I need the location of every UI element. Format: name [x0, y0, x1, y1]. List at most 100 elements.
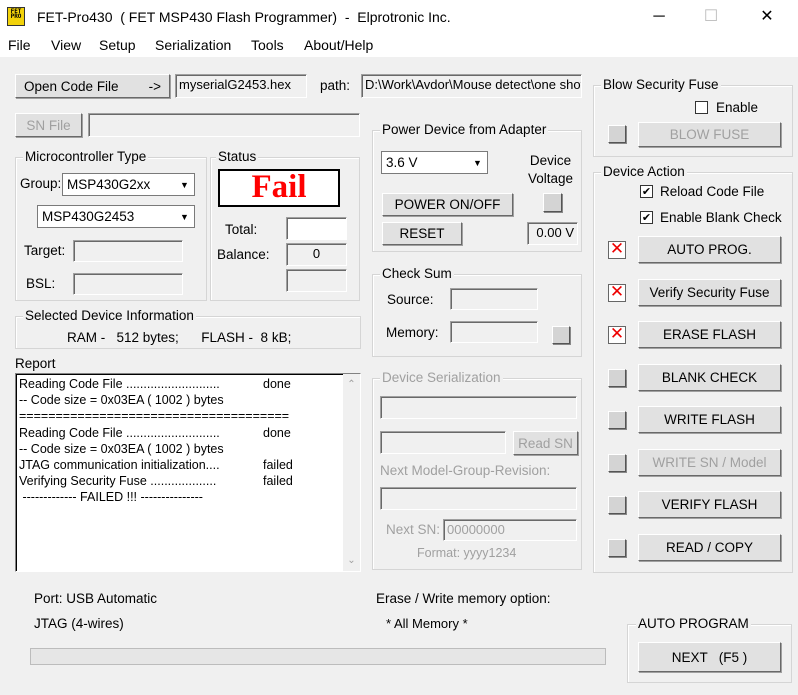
microcontroller-title: Microcontroller Type [23, 149, 149, 164]
balance-extra-field [286, 269, 347, 292]
action-button-blank-check[interactable]: BLANK CHECK [638, 363, 781, 391]
menu-file[interactable]: File [8, 37, 31, 53]
action-button-write-flash[interactable]: WRITE FLASH [638, 406, 781, 433]
jtag-label: JTAG (4-wires) [34, 616, 124, 631]
open-code-file-button[interactable]: Open Code File -> [15, 74, 170, 98]
port-label: Port: USB Automatic [34, 591, 158, 606]
voltage-select[interactable]: 3.6 V ▼ [381, 151, 488, 174]
group-label: Group: [20, 176, 62, 191]
action-button-erase-flash[interactable]: ERASE FLASH [638, 321, 781, 348]
report-line-status: done [263, 377, 291, 391]
reset-button[interactable]: RESET [382, 222, 462, 245]
report-line-status: done [263, 425, 291, 440]
chevron-down-icon: ▼ [180, 179, 189, 190]
blow-fuse-indicator [608, 125, 626, 143]
menu-setup[interactable]: Setup [99, 37, 136, 53]
reload-label: Reload Code File [660, 184, 765, 199]
report-title: Report [15, 356, 56, 371]
group-select-value: MSP430G2xx [67, 177, 151, 192]
scroll-up-icon[interactable]: ⌃ [343, 376, 360, 393]
enable-checkbox[interactable] [695, 101, 708, 114]
target-field [73, 240, 183, 262]
total-label: Total: [225, 222, 258, 237]
menu-tools[interactable]: Tools [251, 37, 284, 53]
action-button-verify-security-fuse[interactable]: Verify Security Fuse [638, 278, 781, 306]
source-label: Source: [387, 292, 434, 307]
report-line: ------------- FAILED !!! --------------- [19, 489, 341, 505]
chevron-down-icon: ▼ [180, 211, 189, 222]
status-indicator [608, 496, 626, 514]
status-indicator [608, 411, 626, 429]
serialization-title: Device Serialization [380, 370, 503, 385]
sn-file-button[interactable]: SN File [15, 113, 82, 137]
report-line-text: ------------- FAILED !!! --------------- [19, 490, 203, 505]
report-line-text: Verifying Security Fuse ................… [19, 474, 217, 489]
report-line-text: -- Code size = 0x03EA ( 1002 ) bytes [19, 441, 224, 456]
next-model-label: Next Model-Group-Revision: [380, 463, 551, 478]
report-line-status: failed [263, 457, 293, 472]
status-indicator [608, 368, 626, 387]
report-line-text: ===================================== [19, 409, 290, 424]
report-line: ===================================== [19, 408, 341, 424]
bsl-field [73, 273, 183, 295]
read-sn-field [380, 431, 506, 454]
check-icon: ✔ [641, 211, 652, 224]
checksum-title: Check Sum [380, 266, 454, 281]
maximize-icon[interactable]: ☐ [688, 0, 734, 34]
measured-voltage: 0.00 V [527, 222, 578, 245]
action-button-write-sn-model[interactable]: WRITE SN / Model [638, 448, 781, 476]
report-line-text: -- Code size = 0x03EA ( 1002 ) bytes [19, 393, 224, 408]
blow-fuse-button[interactable]: BLOW FUSE [638, 122, 781, 147]
reload-checkbox[interactable]: ✔ [640, 185, 653, 198]
total-field [286, 217, 347, 240]
blank-check-label: Enable Blank Check [660, 210, 782, 225]
path-label: path: [320, 78, 351, 93]
erase-option-value: * All Memory * [386, 616, 468, 631]
minimize-icon[interactable]: ─ [636, 0, 682, 34]
menu-view[interactable]: View [51, 37, 81, 53]
read-sn-button[interactable]: Read SN [513, 431, 578, 455]
report-box[interactable]: Reading Code File ......................… [15, 373, 361, 572]
device-select[interactable]: MSP430G2453 ▼ [37, 205, 195, 228]
report-line: Reading Code File ......................… [19, 425, 341, 441]
menu-serialization[interactable]: Serialization [155, 37, 231, 53]
action-button-auto-prog[interactable]: AUTO PROG. [638, 236, 781, 263]
next-button[interactable]: NEXT (F5 ) [638, 642, 781, 672]
voltage-select-value: 3.6 V [386, 155, 418, 170]
action-button-read-copy[interactable]: READ / COPY [638, 533, 781, 561]
report-line-text: Reading Code File ......................… [19, 377, 220, 391]
fail-x-icon: ✕ [608, 324, 626, 344]
menu-about-help[interactable]: About/Help [304, 37, 373, 53]
selected-device-info: RAM - 512 bytes; FLASH - 8 kB; [67, 330, 292, 345]
target-label: Target: [24, 243, 66, 258]
report-line-text: Reading Code File ......................… [19, 425, 220, 440]
report-line: Reading Code File ......................… [19, 376, 341, 392]
memory-field [450, 321, 538, 343]
report-line-status: failed [263, 474, 293, 489]
scroll-down-icon[interactable]: ⌄ [343, 552, 360, 569]
app-logo-icon: FET PRO [7, 7, 25, 26]
auto-program-title: AUTO PROGRAM [636, 616, 751, 631]
serialization-field-1 [380, 396, 577, 419]
format-label: Format: yyyy1234 [417, 546, 517, 560]
action-button-verify-flash[interactable]: VERIFY FLASH [638, 491, 781, 518]
fail-x-icon: ✕ [608, 239, 626, 259]
checksum-group [372, 274, 582, 357]
blank-check-checkbox[interactable]: ✔ [640, 211, 653, 224]
device-action-title: Device Action [601, 164, 687, 179]
report-line: -- Code size = 0x03EA ( 1002 ) bytes [19, 441, 341, 457]
status-title: Status [216, 149, 259, 164]
group-select[interactable]: MSP430G2xx ▼ [62, 173, 195, 196]
status-indicator [608, 538, 626, 557]
close-icon[interactable]: ✕ [744, 0, 790, 34]
device-voltage-label: Device Voltage [528, 153, 574, 186]
bsl-label: BSL: [26, 276, 56, 291]
check-icon: ✔ [641, 185, 652, 198]
report-scrollbar[interactable]: ⌃ ⌄ [343, 374, 360, 571]
chevron-down-icon: ▼ [473, 157, 482, 168]
power-on-off-button[interactable]: POWER ON/OFF [382, 193, 513, 216]
code-filename-field: myserialG2453.hex [175, 74, 307, 98]
report-line: JTAG communication initialization.... fai… [19, 457, 341, 473]
next-sn-label: Next SN: [386, 522, 441, 537]
balance-label: Balance: [217, 247, 270, 262]
